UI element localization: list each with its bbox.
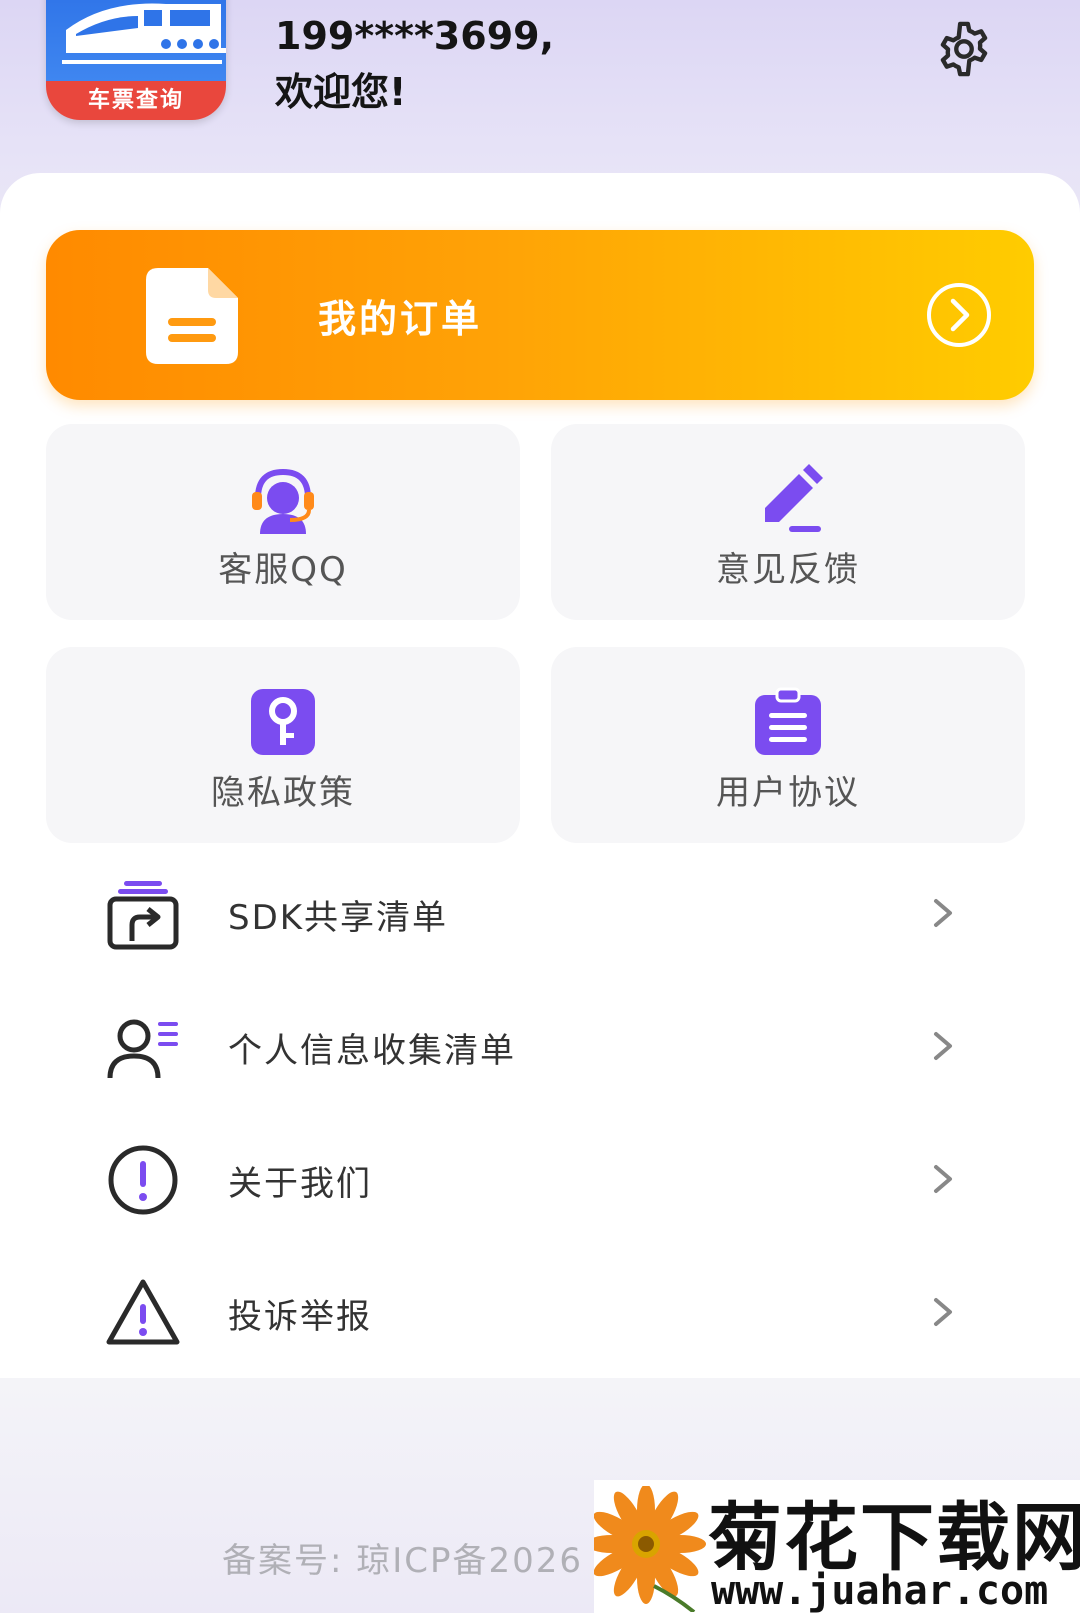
list-item-label: 个人信息收集清单 [228,1031,516,1071]
icp-record-text: 备案号: 琼ICP备2026 [222,1541,584,1581]
key-icon [251,689,315,755]
clipboard-icon [755,687,821,755]
info-circle-icon [108,1145,178,1215]
list-item-about-us[interactable]: 关于我们 [0,1118,1080,1238]
list-item-personal-info[interactable]: 个人信息收集清单 [0,985,1080,1105]
list-item-label: SDK共享清单 [228,898,449,938]
document-icon [146,268,238,364]
user-list-icon [107,1019,178,1079]
user-phone: 199****3699, [275,14,555,58]
list-item-sdk-share[interactable]: SDK共享清单 [0,852,1080,972]
app-logo: 车票查询 [46,0,226,120]
list-item-complaint[interactable]: 投诉举报 [0,1251,1080,1371]
chevron-right-circle-icon [927,283,991,347]
list-item-label: 投诉举报 [228,1297,372,1337]
share-stack-icon [107,881,179,950]
customer-service-qq-label: 客服QQ [218,550,348,590]
customer-service-qq-tile[interactable]: 客服QQ [46,424,520,620]
privacy-policy-tile[interactable]: 隐私政策 [46,647,520,843]
flower-icon [594,1486,706,1612]
user-agreement-tile[interactable]: 用户协议 [551,647,1025,843]
welcome-text: 199****3699, 欢迎您! [275,8,554,120]
watermark: 菊花下载网 www.juahar.com [594,1480,1080,1613]
my-orders-label: 我的订单 [318,297,483,341]
welcome-message: 欢迎您! [275,70,407,114]
watermark-url: www.juahar.com [711,1568,1049,1613]
chevron-right-icon [934,899,952,927]
chevron-right-icon [934,1165,952,1193]
list-item-label: 关于我们 [228,1164,372,1204]
gear-icon[interactable] [935,20,993,78]
chevron-right-icon [934,1032,952,1060]
train-icon [62,3,226,64]
logo-text: 车票查询 [87,88,184,113]
user-agreement-label: 用户协议 [716,773,860,813]
my-orders-button[interactable]: 我的订单 [46,230,1034,400]
headset-icon [252,468,314,534]
feedback-tile[interactable]: 意见反馈 [551,424,1025,620]
warning-triangle-icon [106,1279,180,1345]
feedback-label: 意见反馈 [716,550,860,590]
chevron-right-icon [934,1298,952,1326]
pen-icon [765,464,823,532]
privacy-policy-label: 隐私政策 [211,773,355,813]
